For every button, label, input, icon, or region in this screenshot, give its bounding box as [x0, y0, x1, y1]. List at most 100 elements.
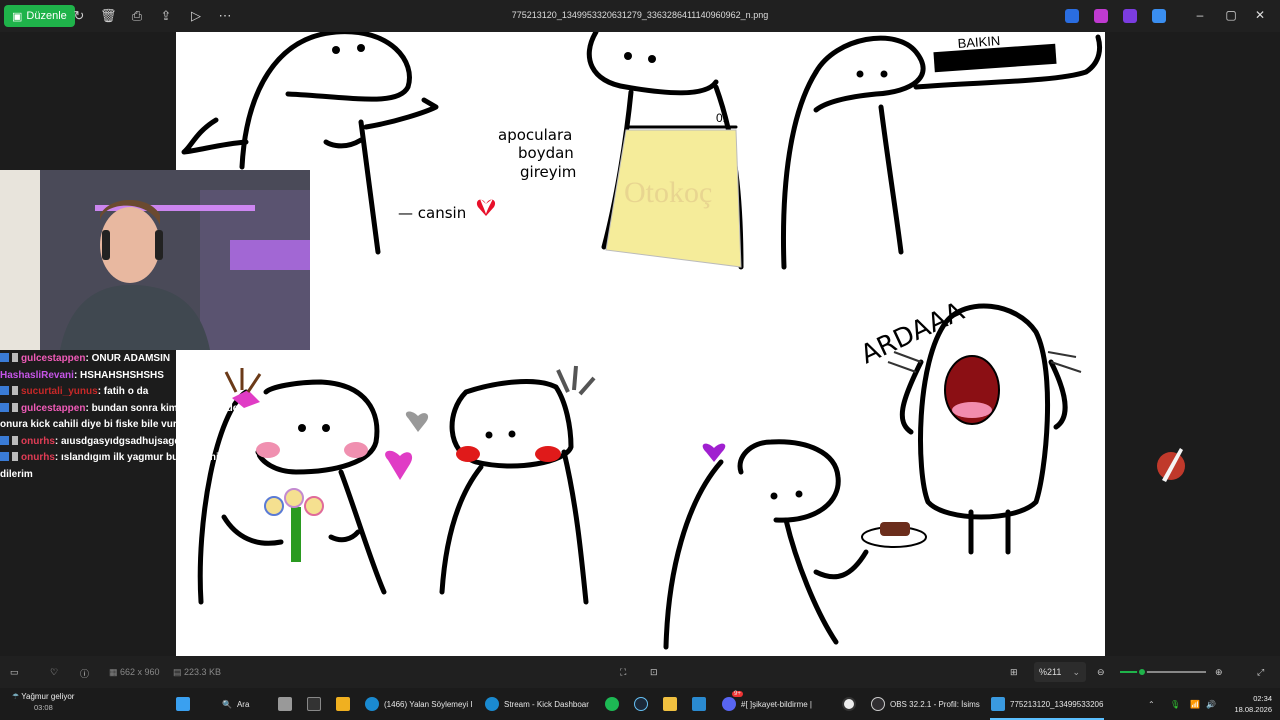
app-icon: [692, 697, 706, 711]
crop-icon[interactable]: ⛶: [620, 667, 626, 678]
rotate-icon[interactable]: ↻: [71, 8, 87, 24]
app-designer-icon[interactable]: [1123, 9, 1137, 23]
chat-text: onura kick cahili diye bi fiske bile vur…: [0, 419, 219, 430]
figure-1-left-arm: [181, 117, 249, 155]
timer-icon: [842, 697, 856, 711]
dimensions-text: ▦ 662 x 960: [109, 667, 160, 678]
zoom-slider[interactable]: [1120, 667, 1206, 677]
clock-time: 02:34: [1253, 694, 1272, 703]
taskbar-photos[interactable]: 775213120_13499533206: [991, 688, 1103, 720]
caption-boydan: boydan: [518, 144, 574, 162]
system-clock[interactable]: 02:34 18.08.2026: [1224, 693, 1272, 715]
zoom-in-icon[interactable]: ⊕: [1215, 667, 1223, 678]
chat-username: gulcestappen: [21, 402, 86, 414]
slideshow-icon[interactable]: ▷: [188, 8, 204, 24]
subscriber-badge-icon: [0, 402, 9, 412]
figure-6-arm: [813, 549, 869, 580]
hair-tuft-2: [556, 365, 596, 396]
caption-apoculara: apoculara: [498, 126, 572, 144]
info-icon[interactable]: ⓘ: [80, 667, 89, 680]
taskbar-edge-2[interactable]: Stream - Kick Dashboar: [485, 688, 589, 720]
filesize-value: 223.3 KB: [184, 667, 222, 677]
app-ink-icon[interactable]: [1065, 9, 1079, 23]
number-text: 01: [716, 111, 730, 125]
weather-widget[interactable]: ☂ Yağmur geliyor 03:08: [12, 692, 74, 712]
search-icon: 🔍: [222, 699, 232, 709]
delete-icon[interactable]: 🗑: [100, 8, 117, 24]
zoom-out-icon[interactable]: ⊖: [1097, 667, 1105, 678]
taskbar-obs[interactable]: OBS 32.2.1 - Profil: İsims: [871, 688, 980, 720]
zoom-value: %211: [1039, 667, 1062, 677]
taskbar-store[interactable]: [336, 688, 350, 720]
chat-text: : bundan sonra kimse bu ulkede: [85, 402, 239, 414]
minimize-icon[interactable]: –: [1192, 8, 1208, 22]
wifi-icon[interactable]: 📶: [1190, 688, 1200, 720]
baikin-text: BAIKIN: [957, 33, 1001, 51]
fullscreen-icon[interactable]: ⤢: [1257, 667, 1264, 678]
pen-logo-icon: [1157, 448, 1185, 482]
taskbar-edge-1[interactable]: (1466) Yalan Söylemeyi I: [365, 688, 473, 720]
filmstrip-icon[interactable]: ▭: [10, 667, 19, 678]
taskbar-item-label: 775213120_13499533206: [1010, 699, 1104, 709]
edge-icon: [365, 697, 379, 711]
text-select-icon[interactable]: ⊡: [650, 667, 658, 678]
search-label: Ara: [236, 699, 250, 709]
taskbar-item-label: (1466) Yalan Söylemeyi I: [384, 699, 473, 709]
app-clipchamp-icon[interactable]: [1094, 9, 1108, 23]
zoom-slider-knob[interactable]: [1136, 667, 1147, 677]
user-badge-icon: [12, 435, 18, 445]
viewer-toolbar: ▣ Düzenle ↻ 🗑 ⎙ ⇪ ▷ ⋯ 775213120_13499533…: [0, 0, 1280, 32]
user-badge-icon: [12, 402, 18, 412]
tray-expand-icon[interactable]: ⌃: [1148, 688, 1155, 720]
file-size-icon: ▤: [173, 667, 182, 677]
task-view-button[interactable]: [278, 688, 292, 720]
print-icon[interactable]: ⎙: [129, 8, 145, 24]
maximize-icon[interactable]: ▢: [1223, 8, 1239, 22]
share-icon[interactable]: ⇪: [158, 8, 174, 24]
epic-games-icon: [307, 697, 321, 711]
spotify-icon: [605, 697, 619, 711]
search-button[interactable]: 🔍 Ara: [222, 688, 249, 720]
volume-icon[interactable]: 🔊: [1206, 688, 1216, 720]
blush-right: [344, 442, 368, 458]
dimensions-value: 662 x 960: [120, 667, 160, 677]
taskbar-app[interactable]: [692, 688, 706, 720]
close-icon[interactable]: ✕: [1252, 8, 1268, 22]
chat-username: onurhs: [21, 435, 55, 447]
chat-text: : aıusdgasyıdgsadhujsagdas: [54, 435, 192, 447]
taskbar-explorer[interactable]: [663, 688, 677, 720]
chat-text: : ıslandıgım ilk yagmur bunda cahilim öz…: [54, 452, 258, 463]
chat-username: HashasliRevani: [0, 369, 74, 381]
chevron-down-icon: ⌄: [1072, 667, 1080, 677]
microphone-icon[interactable]: 🎙: [1170, 688, 1180, 720]
figure-6-head: [737, 439, 841, 523]
chat-text: : ONUR ADAMSIN: [85, 353, 171, 364]
zoom-dropdown[interactable]: %211 ⌄: [1034, 662, 1086, 682]
user-badge-icon: [12, 353, 18, 362]
filesize-text: ▤ 223.3 KB: [173, 667, 221, 678]
rain-icon: ☂: [12, 692, 20, 701]
figure-1-body: [239, 32, 412, 170]
figure-5-body: [439, 449, 589, 605]
edit-button[interactable]: ▣ Düzenle: [4, 5, 75, 27]
subscriber-badge-icon: [0, 452, 9, 461]
webcam-overlay: [0, 170, 310, 350]
grey-heart: [405, 411, 429, 432]
onedrive-icon[interactable]: [1152, 9, 1166, 23]
figure-3-head: [813, 35, 926, 113]
store-icon: [336, 697, 350, 711]
windows-icon: [176, 697, 190, 711]
taskbar-spotify[interactable]: [605, 688, 619, 720]
taskbar-epic[interactable]: [307, 688, 321, 720]
chat-message: gulcestappen: ONUR ADAMSIN: [0, 351, 260, 368]
more-icon[interactable]: ⋯: [217, 8, 233, 24]
taskbar-steam[interactable]: [634, 688, 648, 720]
red-heart: [476, 199, 496, 216]
taskbar-discord[interactable]: 9+ #[ ]şikayet-bildirme |: [722, 688, 812, 720]
pink-heart: [385, 450, 413, 480]
photos-icon: [991, 697, 1005, 711]
favorite-icon[interactable]: ♡: [50, 667, 58, 678]
start-button[interactable]: [176, 688, 190, 720]
taskbar-timer[interactable]: [842, 688, 856, 720]
fit-icon[interactable]: ⊞: [1010, 667, 1018, 678]
